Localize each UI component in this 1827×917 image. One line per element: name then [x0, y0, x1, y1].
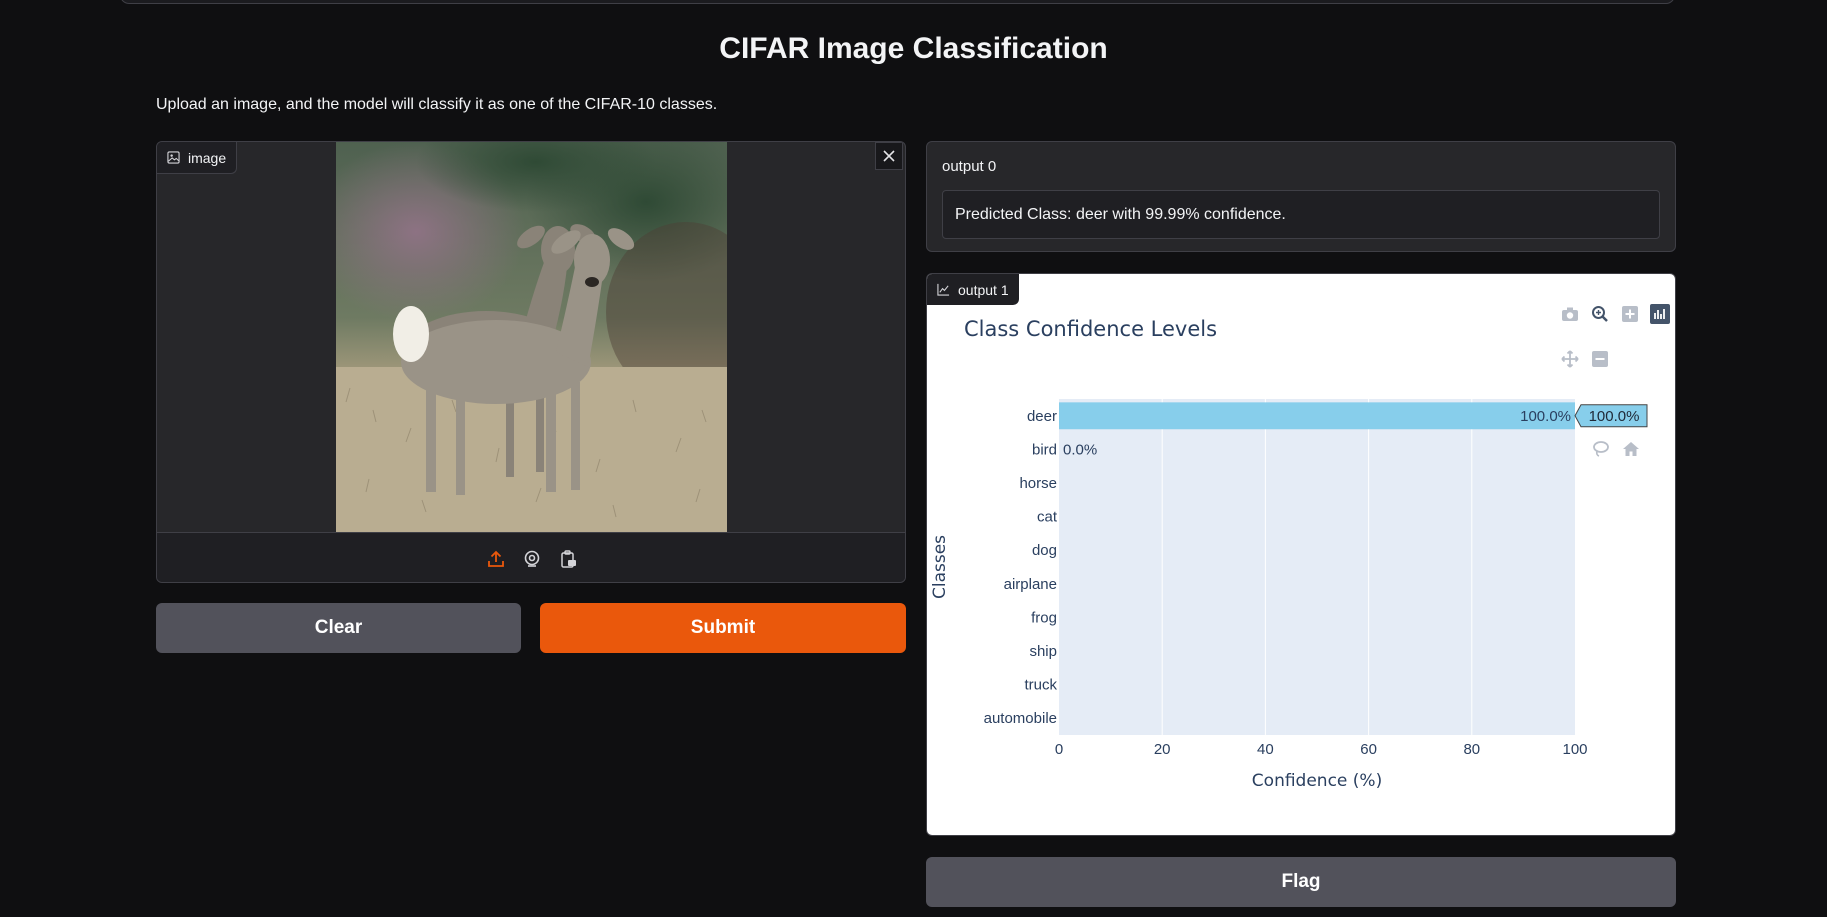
x-tick-label: 80 — [1463, 741, 1480, 758]
clear-button[interactable]: Clear — [156, 603, 521, 653]
bar-deer[interactable] — [1059, 402, 1575, 430]
submit-button[interactable]: Submit — [540, 603, 906, 653]
page-description: Upload an image, and the model will clas… — [156, 96, 718, 113]
x-tick-label: 20 — [1154, 741, 1171, 758]
pan-icon[interactable] — [1559, 348, 1581, 370]
x-tick-label: 100 — [1562, 741, 1587, 758]
close-icon[interactable] — [875, 142, 903, 170]
x-axis-title: Confidence (%) — [1252, 771, 1382, 791]
output-1-plot-panel: output 1 0 20 40 60 80 100 deer 100.0% bird 0.0% h… — [926, 273, 1676, 836]
prediction-textbox[interactable]: Predicted Class: deer with 99.99% confid… — [942, 190, 1660, 239]
y-tick-label: dog — [1032, 542, 1057, 559]
image-label-tag: image — [157, 142, 238, 174]
zoom-out-icon[interactable] — [1589, 348, 1611, 370]
zoom-icon[interactable] — [1589, 303, 1611, 325]
y-axis-title: Classes — [930, 535, 950, 599]
plot-modebar-row2 — [1559, 348, 1611, 370]
y-tick-label: deer — [1027, 408, 1057, 425]
camera-icon[interactable] — [1559, 303, 1581, 325]
plot-modebar-row3 — [1590, 438, 1642, 460]
chart-icon — [937, 283, 950, 296]
x-tick-label: 0 — [1055, 741, 1063, 758]
address-bar[interactable] — [120, 0, 1675, 4]
image-label: image — [188, 149, 227, 166]
image-source-toolbar — [157, 532, 905, 582]
data-label: 100.0% — [1520, 408, 1571, 425]
plot-modebar-row1 — [1559, 303, 1671, 325]
y-tick-label: automobile — [984, 710, 1057, 727]
y-tick-label: ship — [1029, 643, 1057, 660]
browser-top-bar — [0, 0, 1827, 6]
data-label: 0.0% — [1063, 441, 1097, 458]
output-1-label-tag: output 1 — [927, 274, 1019, 305]
clipboard-icon[interactable] — [556, 547, 580, 571]
output-0-label: output 0 — [942, 158, 997, 175]
output-0-panel: output 0 Predicted Class: deer with 99.9… — [926, 141, 1676, 252]
page-title: CIFAR Image Classification — [719, 32, 1108, 65]
zoom-in-icon[interactable] — [1619, 303, 1641, 325]
y-tick-label: truck — [1024, 677, 1057, 694]
y-tick-label: cat — [1037, 509, 1058, 526]
image-icon — [167, 151, 180, 164]
y-tick-label: bird — [1032, 441, 1057, 458]
plot-background — [1059, 399, 1575, 735]
y-tick-label: airplane — [1004, 576, 1057, 593]
chart-title: Class Confidence Levels — [964, 317, 1217, 341]
y-tick-label: frog — [1031, 609, 1057, 626]
output-1-label: output 1 — [958, 281, 1009, 298]
home-icon[interactable] — [1620, 438, 1642, 460]
flag-button[interactable]: Flag — [926, 857, 1676, 907]
image-input-panel[interactable]: image — [156, 141, 906, 583]
uploaded-deer-image — [336, 142, 727, 532]
lasso-icon[interactable] — [1590, 438, 1612, 460]
x-tick-label: 60 — [1360, 741, 1377, 758]
hover-label: 100.0% — [1589, 408, 1640, 425]
x-tick-label: 40 — [1257, 741, 1274, 758]
upload-icon[interactable] — [484, 547, 508, 571]
y-tick-label: horse — [1019, 475, 1057, 492]
bar-chart-icon[interactable] — [1649, 303, 1671, 325]
webcam-icon[interactable] — [520, 547, 544, 571]
